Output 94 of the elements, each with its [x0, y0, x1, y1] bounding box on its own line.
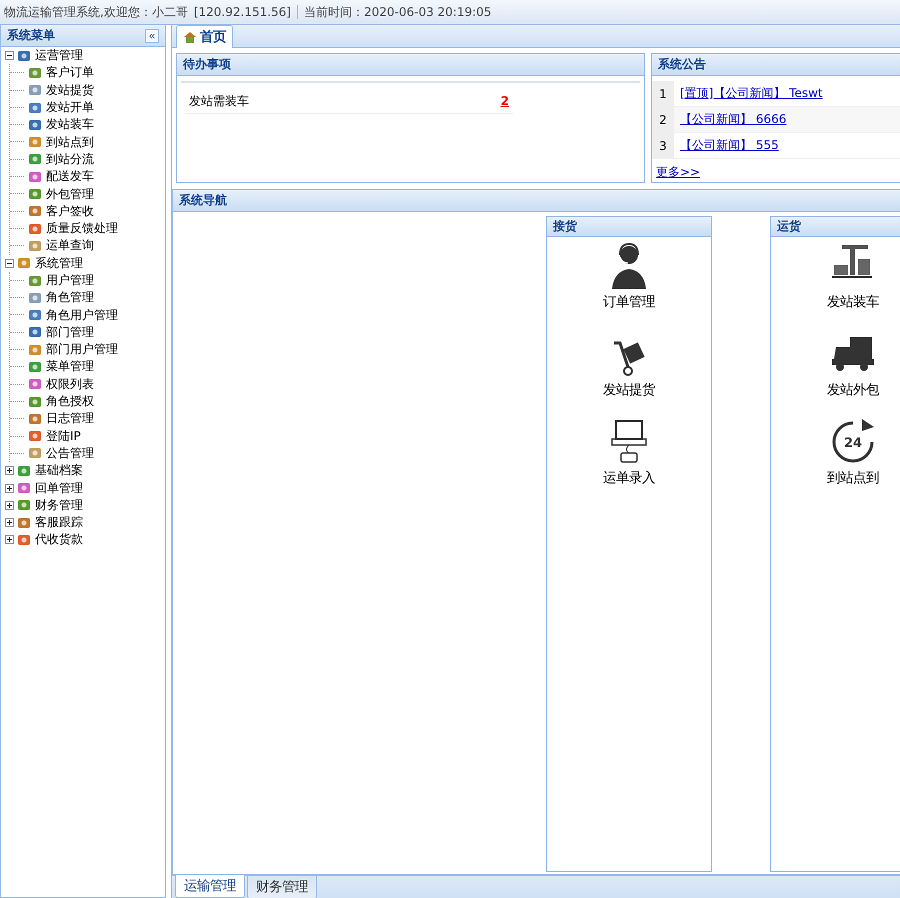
menu-item[interactable]: 客户订单: [45, 64, 95, 82]
nav-shortcut[interactable]: 运单录入: [603, 417, 655, 487]
group-icon: [17, 498, 31, 512]
menu-group[interactable]: 回单管理: [34, 480, 84, 497]
welcome-text: 物流运输管理系统,欢迎您：小二哥: [4, 4, 188, 20]
menu-item[interactable]: 客户签收: [45, 202, 95, 220]
menu-item-icon: [28, 377, 42, 392]
notice-link[interactable]: 【公司新闻】 555: [680, 137, 779, 154]
menu-item[interactable]: 日志管理: [45, 410, 95, 428]
menu-item-icon: [28, 83, 42, 98]
menu-item-icon: [28, 135, 42, 150]
expand-toggle-icon[interactable]: [5, 518, 14, 528]
menu-group[interactable]: 运营管理: [34, 47, 84, 64]
group-icon: [17, 464, 31, 478]
group-icon: [17, 516, 31, 530]
menu-item[interactable]: 菜单管理: [45, 358, 95, 376]
menu-item-icon: [28, 325, 42, 340]
menu-item[interactable]: 到站点到: [45, 134, 95, 151]
menu-item[interactable]: 权限列表: [45, 376, 95, 393]
menu-item-icon: [28, 152, 42, 166]
nav-shortcut[interactable]: 发站装车: [827, 241, 879, 311]
group-icon: [17, 256, 31, 270]
menu-item-icon: [28, 290, 42, 305]
menu-item[interactable]: 用户管理: [45, 272, 95, 289]
more-link[interactable]: 更多>>: [652, 164, 704, 181]
expand-toggle-icon[interactable]: [5, 500, 14, 510]
menu-group[interactable]: 系统管理: [34, 254, 84, 272]
menu-item[interactable]: 外包管理: [45, 186, 95, 203]
group-title: 接货: [553, 218, 577, 235]
menu-item[interactable]: 运单查询: [45, 237, 95, 254]
menu-item[interactable]: 角色管理: [45, 289, 95, 306]
menu-group[interactable]: 代收货款: [34, 531, 84, 548]
menu-item[interactable]: 公告管理: [45, 444, 95, 462]
menu-item[interactable]: 发站装车: [45, 116, 95, 134]
menu-item-icon: [28, 170, 42, 184]
menu-item[interactable]: 发站提货: [45, 82, 95, 99]
menu-item-icon: [28, 238, 42, 253]
menu-item-icon: [28, 308, 42, 322]
menu-item-icon: [28, 274, 42, 288]
panel-title: 系统公告: [658, 56, 706, 73]
menu-item[interactable]: 角色用户管理: [45, 306, 119, 324]
menu-group[interactable]: 财务管理: [34, 496, 84, 514]
todo-label: 发站需装车: [189, 92, 249, 110]
menu-item-icon: [28, 118, 42, 132]
menu-item[interactable]: 角色授权: [45, 393, 95, 410]
group-icon: [17, 48, 31, 63]
collapse-toggle-icon[interactable]: [5, 51, 14, 60]
bottom-tab[interactable]: 财务管理: [247, 876, 317, 898]
menu-item[interactable]: 部门管理: [45, 324, 95, 341]
menu-item[interactable]: 配送发车: [45, 168, 95, 186]
nav-shortcut[interactable]: 24 到站点到: [827, 417, 879, 487]
ip-address: [120.92.151.56]: [194, 5, 291, 19]
bottom-tab[interactable]: 运输管理: [175, 875, 245, 898]
row-number: 2: [652, 107, 674, 132]
menu-item-icon: [28, 187, 42, 202]
menu-item-icon: [28, 66, 42, 80]
menu-item[interactable]: 质量反馈处理: [45, 220, 119, 238]
menu-group[interactable]: 客服跟踪: [34, 514, 84, 532]
menu-item-icon: [28, 100, 42, 115]
group-icon: [17, 532, 31, 547]
expand-toggle-icon[interactable]: [5, 535, 14, 544]
row-number: 3: [652, 133, 674, 158]
menu-item[interactable]: 发站开单: [45, 99, 95, 116]
group-title: 运货: [777, 218, 801, 235]
menu-item-icon: [28, 342, 42, 357]
expand-toggle-icon[interactable]: [5, 484, 14, 493]
menu-item-icon: [28, 394, 42, 409]
current-time: 当前时间：2020-06-03 20:19:05: [304, 4, 492, 20]
menu-item-icon: [28, 429, 42, 444]
tab[interactable]: 首页: [176, 25, 233, 48]
menu-item-icon: [28, 222, 42, 236]
menu-item[interactable]: 部门用户管理: [45, 341, 119, 358]
notice-link[interactable]: 【公司新闻】 6666: [680, 111, 786, 128]
panel-title: 系统导航: [179, 192, 227, 209]
notice-link[interactable]: [置顶]【公司新闻】 Teswt: [680, 85, 823, 102]
group-icon: [17, 481, 31, 496]
nav-shortcut[interactable]: 订单管理: [603, 241, 655, 311]
menu-item[interactable]: 到站分流: [45, 150, 95, 168]
menu-item[interactable]: 登陆IP: [45, 428, 82, 445]
menu-item-icon: [28, 412, 42, 426]
collapse-button[interactable]: «: [145, 28, 159, 42]
nav-shortcut[interactable]: 发站提货: [603, 329, 655, 399]
collapse-toggle-icon[interactable]: [5, 258, 14, 268]
panel-title: 待办事项: [183, 56, 231, 73]
row-number: 1: [652, 81, 674, 106]
menu-item-icon: [28, 360, 42, 374]
menu-item-icon: [28, 204, 42, 218]
menu-item-icon: [28, 446, 42, 460]
todo-count[interactable]: 2: [500, 94, 509, 108]
sidebar-title: 系统菜单: [7, 27, 55, 44]
menu-group[interactable]: 基础档案: [34, 462, 84, 480]
expand-toggle-icon[interactable]: [5, 466, 14, 476]
home-icon: [183, 31, 197, 43]
nav-shortcut[interactable]: 发站外包: [827, 329, 879, 399]
